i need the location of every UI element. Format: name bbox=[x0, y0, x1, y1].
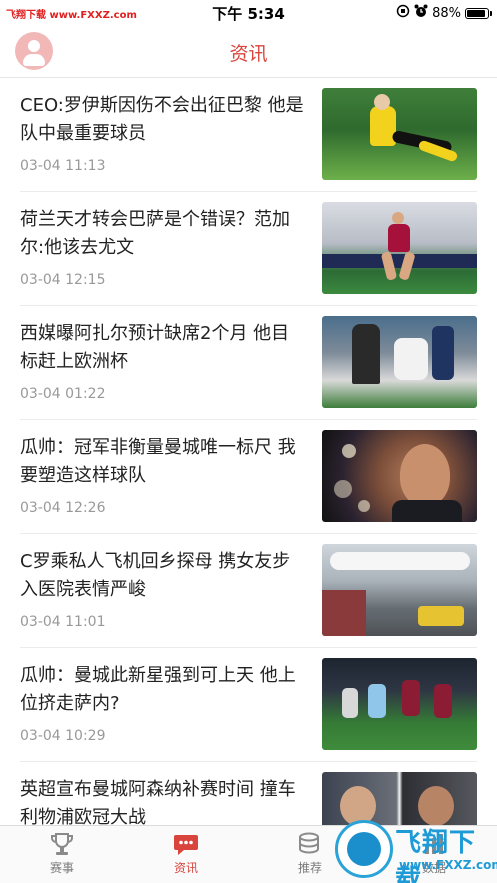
news-list[interactable]: CEO:罗伊斯因伤不会出征巴黎 他是队中最重要球员 03-04 11:13 荷兰… bbox=[0, 78, 497, 825]
app-header: 资讯 bbox=[0, 26, 497, 78]
tab-label: 赛事 bbox=[49, 861, 74, 875]
news-item[interactable]: C罗乘私人飞机回乡探母 携女友步入医院表情严峻 03-04 11:01 bbox=[20, 534, 477, 648]
news-time: 03-04 01:22 bbox=[20, 386, 106, 402]
news-thumbnail[interactable] bbox=[322, 88, 477, 180]
chat-bubble-icon bbox=[172, 830, 200, 858]
rotation-lock-icon bbox=[396, 4, 410, 22]
news-item[interactable]: 瓜帅：曼城此新星强到可上天 他上位挤走萨内? 03-04 10:29 bbox=[20, 648, 477, 762]
battery-percent: 88% bbox=[432, 5, 461, 21]
tab-label: 资讯 bbox=[173, 861, 198, 875]
trophy-icon bbox=[48, 830, 76, 858]
news-thumbnail[interactable] bbox=[322, 316, 477, 408]
news-title[interactable]: 瓜帅：冠军非衡量曼城唯一标尺 我要塑造这样球队 bbox=[20, 434, 306, 490]
news-item[interactable]: 瓜帅：冠军非衡量曼城唯一标尺 我要塑造这样球队 03-04 12:26 bbox=[20, 420, 477, 534]
news-time: 03-04 11:01 bbox=[20, 614, 106, 630]
news-title[interactable]: 英超宣布曼城阿森纳补赛时间 撞车利物浦欧冠大战 bbox=[20, 776, 306, 825]
news-item[interactable]: 西媒曝阿扎尔预计缺席2个月 他目标赶上欧洲杯 03-04 01:22 bbox=[20, 306, 477, 420]
news-thumbnail[interactable] bbox=[322, 430, 477, 522]
battery-icon bbox=[465, 7, 492, 19]
news-time: 03-04 12:26 bbox=[20, 500, 106, 516]
news-title[interactable]: 西媒曝阿扎尔预计缺席2个月 他目标赶上欧洲杯 bbox=[20, 320, 306, 376]
battery-level bbox=[467, 9, 485, 17]
page-title: 资讯 bbox=[229, 43, 268, 65]
news-title[interactable]: CEO:罗伊斯因伤不会出征巴黎 他是队中最重要球员 bbox=[20, 92, 306, 148]
news-title[interactable]: 瓜帅：曼城此新星强到可上天 他上位挤走萨内? bbox=[20, 662, 306, 718]
news-title[interactable]: C罗乘私人飞机回乡探母 携女友步入医院表情严峻 bbox=[20, 548, 306, 604]
tab-events[interactable]: 赛事 bbox=[22, 830, 102, 876]
coins-icon bbox=[296, 830, 324, 858]
news-time: 03-04 11:13 bbox=[20, 158, 106, 174]
news-item[interactable]: 英超宣布曼城阿森纳补赛时间 撞车利物浦欧冠大战 bbox=[20, 762, 477, 825]
news-thumbnail[interactable] bbox=[322, 202, 477, 294]
alarm-icon bbox=[414, 4, 428, 22]
tab-news[interactable]: 资讯 bbox=[146, 830, 226, 876]
news-thumbnail[interactable] bbox=[322, 658, 477, 750]
site-logo-icon bbox=[335, 820, 393, 878]
watermark-logo-text: 飞翔下载 bbox=[395, 828, 477, 883]
news-title[interactable]: 荷兰天才转会巴萨是个错误？范加尔:他该去尤文 bbox=[20, 206, 306, 262]
watermark-logo-url: www.FXXZ.com bbox=[399, 858, 497, 872]
news-item[interactable]: CEO:罗伊斯因伤不会出征巴黎 他是队中最重要球员 03-04 11:13 bbox=[20, 78, 477, 192]
status-bar: 飞翔下载 www.FXXZ.com 下午 5:34 88% bbox=[0, 0, 497, 26]
site-watermark-logo: 飞翔下载 www.FXXZ.com bbox=[335, 818, 497, 883]
status-indicators: 88% bbox=[396, 4, 492, 22]
news-time: 03-04 12:15 bbox=[20, 272, 106, 288]
news-time: 03-04 10:29 bbox=[20, 728, 106, 744]
news-thumbnail[interactable] bbox=[322, 544, 477, 636]
news-item[interactable]: 荷兰天才转会巴萨是个错误？范加尔:他该去尤文 03-04 12:15 bbox=[20, 192, 477, 306]
